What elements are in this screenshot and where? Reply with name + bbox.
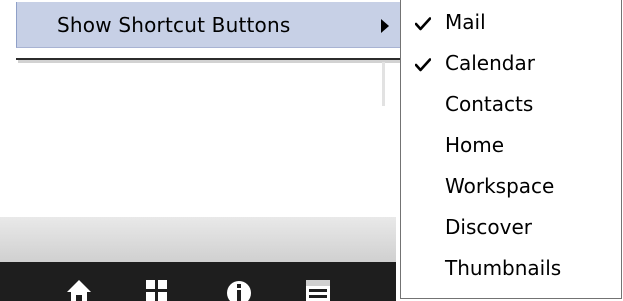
show-shortcut-buttons-menu-item[interactable]: Show Shortcut Buttons (16, 2, 401, 48)
calendar-icon[interactable] (304, 278, 332, 301)
checkmark-icon (414, 16, 432, 35)
submenu-item-contacts[interactable]: Contacts (401, 84, 621, 124)
submenu-item-discover[interactable]: Discover (401, 207, 621, 247)
menu-edge-shadow (382, 62, 385, 106)
submenu-item-mail[interactable]: Mail (401, 2, 621, 42)
submenu-item-label: Calendar (445, 51, 535, 75)
menu-item-label: Show Shortcut Buttons (57, 13, 291, 37)
submenu-item-label: Mail (445, 10, 486, 34)
submenu-item-workspace[interactable]: Workspace (401, 166, 621, 206)
submenu-item-label: Discover (445, 215, 532, 239)
checkmark-icon (414, 57, 432, 76)
submenu-item-label: Contacts (445, 92, 534, 116)
submenu-item-label: Thumbnails (445, 256, 562, 280)
triangle-right-icon (381, 19, 389, 33)
shortcut-button-bar (0, 262, 396, 301)
menu-shadow (18, 60, 401, 63)
submenu-item-label: Workspace (445, 174, 555, 198)
submenu-item-calendar[interactable]: Calendar (401, 43, 621, 83)
submenu-item-home[interactable]: Home (401, 125, 621, 165)
parent-context-menu: Show Shortcut Buttons (16, 0, 401, 63)
home-icon[interactable] (66, 278, 92, 301)
submenu-item-label: Home (445, 133, 505, 157)
shortcut-buttons-submenu: Mail Calendar Contacts Home Workspace Di… (400, 0, 622, 299)
grid-icon[interactable] (145, 278, 169, 301)
info-icon[interactable] (226, 278, 252, 301)
submenu-item-thumbnails[interactable]: Thumbnails (401, 248, 621, 288)
